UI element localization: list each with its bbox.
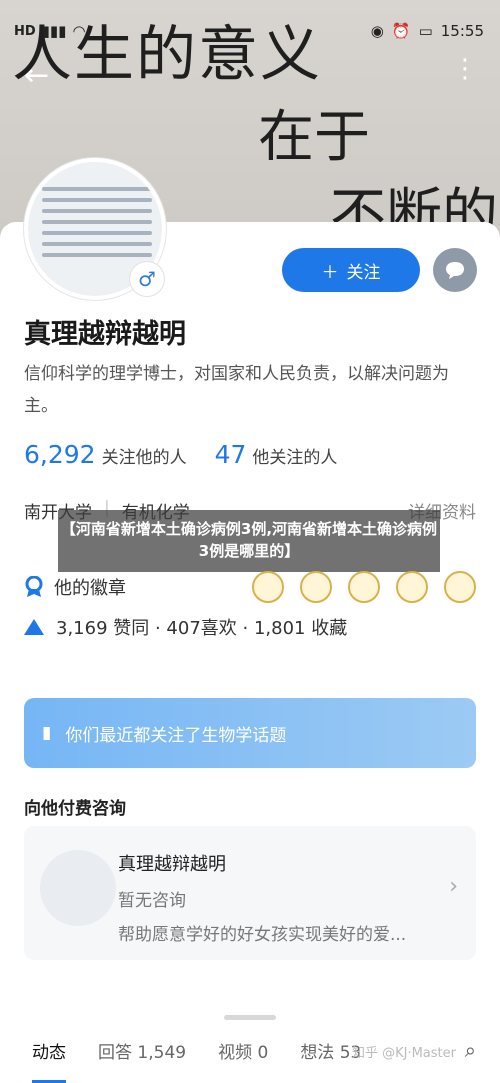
consult-status: 暂无咨询 <box>118 891 186 911</box>
topic-card[interactable]: ▮ 你们最近都关注了生物学话题 <box>24 698 476 768</box>
status-left: HD ▮▮▮ ◠ <box>14 22 86 40</box>
status-bar: HD ▮▮▮ ◠ ◉ ⏰ ▭ 15:55 <box>0 0 500 62</box>
avatar-content <box>42 180 152 264</box>
badge-list <box>252 571 476 603</box>
topic-text: 你们最近都关注了生物学话题 <box>65 725 287 746</box>
following-count[interactable]: 47 <box>215 440 247 469</box>
badges-label: 他的徽章 <box>54 578 126 599</box>
profile-bio: 信仰科学的理学博士，对国家和人民负责，以解决问题为主。 <box>24 364 449 416</box>
back-arrow-icon[interactable]: ← <box>24 58 49 93</box>
engagement-text: 3,169 赞同 · 407喜欢 · 1,801 收藏 <box>56 618 348 639</box>
followers-label[interactable]: 关注他的人 <box>102 443 187 468</box>
more-vertical-icon[interactable]: ⋮ <box>452 56 478 82</box>
follow-stats: 6,292 关注他的人 47 他关注的人 <box>24 440 359 469</box>
alarm-icon: ⏰ <box>391 22 411 40</box>
badge-icon <box>252 571 284 603</box>
cover-text-line2: 在于 <box>258 105 370 170</box>
consult-name: 真理越辩越明 <box>118 854 226 875</box>
bookmark-icon: ▮ <box>42 723 52 743</box>
engagement-stats: 3,169 赞同 · 407喜欢 · 1,801 收藏 <box>24 614 347 640</box>
badge-ribbon-icon <box>25 576 43 597</box>
battery-icon: ▭ <box>418 22 433 40</box>
badges-row[interactable]: 他的徽章 <box>24 571 476 603</box>
tab-answers[interactable]: 回答 1,549 <box>98 1038 186 1083</box>
news-banner: 【河南省新增本土确诊病例3例,河南省新增本土确诊病例3例是哪里的】 <box>58 510 440 572</box>
chevron-right-icon: › <box>449 874 458 899</box>
plus-icon: ＋ <box>321 262 339 283</box>
follow-button[interactable]: ＋ 关注 <box>282 248 420 292</box>
profile-tabs: 动态 回答 1,549 视频 0 想法 53 知乎 @KJ·Master ⌕ <box>0 1038 500 1083</box>
badge-icon <box>444 571 476 603</box>
upvote-icon <box>24 619 44 635</box>
chat-bubble-icon <box>446 262 464 279</box>
consult-avatar <box>40 850 116 926</box>
gender-male-icon: ♂ <box>130 262 164 296</box>
network-indicator: HD <box>14 23 36 39</box>
badge-icon <box>396 571 428 603</box>
status-time: 15:55 <box>440 22 484 40</box>
tab-activity[interactable]: 动态 <box>32 1038 66 1083</box>
consult-description: 帮助愿意学好的好女孩实现美好的爱... <box>118 925 407 945</box>
message-button[interactable] <box>433 248 477 292</box>
followers-count[interactable]: 6,292 <box>24 440 96 469</box>
drag-handle[interactable] <box>224 1015 276 1020</box>
consult-card[interactable]: 真理越辩越明 暂无咨询 帮助愿意学好的好女孩实现美好的爱... › <box>24 826 476 960</box>
wifi-icon: ◠ <box>72 22 86 40</box>
badge-icon <box>348 571 380 603</box>
badge-icon <box>300 571 332 603</box>
following-label[interactable]: 他关注的人 <box>252 443 337 468</box>
eye-icon: ◉ <box>370 22 384 40</box>
consult-section-title: 向他付费咨询 <box>24 799 126 819</box>
follow-label: 关注 <box>346 262 381 283</box>
watermark: 知乎 @KJ·Master <box>351 1046 456 1061</box>
profile-name: 真理越辩越明 <box>24 319 186 350</box>
search-icon[interactable]: ⌕ <box>465 1038 476 1062</box>
status-right: ◉ ⏰ ▭ 15:55 <box>371 22 484 40</box>
tab-videos[interactable]: 视频 0 <box>218 1038 268 1083</box>
signal-icon: ▮▮▮ <box>41 22 67 40</box>
